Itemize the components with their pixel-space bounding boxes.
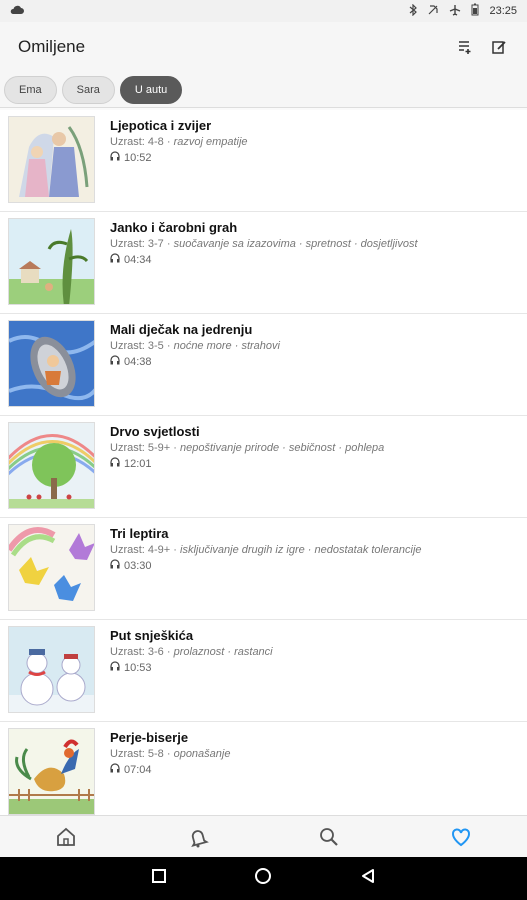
- story-duration: 04:34: [124, 253, 152, 266]
- story-thumbnail: [8, 422, 95, 509]
- story-duration: 07:04: [124, 763, 152, 776]
- story-title: Put snješkića: [110, 628, 194, 643]
- story-item[interactable]: Ljepotica i zvijer Uzrast: 4-8 · razvoj …: [0, 110, 527, 212]
- battery-icon: [471, 3, 479, 19]
- chip-sara[interactable]: Sara: [61, 75, 115, 104]
- back-icon[interactable]: [360, 868, 376, 889]
- favorites-heart-icon[interactable]: [395, 816, 527, 857]
- cloud-icon: [10, 5, 24, 18]
- story-list: Ljepotica i zvijer Uzrast: 4-8 · razvoj …: [0, 110, 527, 815]
- story-item[interactable]: Mali dječak na jedrenju Uzrast: 3-5 · no…: [0, 314, 527, 416]
- story-thumbnail: [8, 524, 95, 611]
- story-thumbnail: [8, 626, 95, 713]
- story-thumbnail: [8, 728, 95, 815]
- bell-icon[interactable]: [132, 816, 264, 857]
- story-thumbnail: [8, 320, 95, 407]
- story-topics: prolaznost · rastanci: [173, 646, 273, 658]
- story-age: Uzrast: 3-5: [110, 340, 164, 352]
- airplane-icon: [449, 4, 461, 19]
- dnd-icon: [427, 4, 439, 19]
- headphones-icon: [110, 559, 120, 572]
- profile-chips: Ema Sara U autu: [0, 72, 527, 108]
- home-icon[interactable]: [0, 816, 132, 857]
- story-item[interactable]: Put snješkića Uzrast: 3-6 · prolaznost ·…: [0, 620, 527, 722]
- story-age: Uzrast: 5-9+: [110, 442, 171, 454]
- playlist-add-icon[interactable]: [455, 37, 475, 57]
- story-thumbnail: [8, 218, 95, 305]
- story-age: Uzrast: 3-7: [110, 238, 164, 250]
- headphones-icon: [110, 253, 120, 266]
- story-item[interactable]: Perje-biserje Uzrast: 5-8 · oponašanje 0…: [0, 722, 527, 815]
- story-age: Uzrast: 3-6: [110, 646, 164, 658]
- app-bar: Omiljene: [0, 22, 527, 72]
- edit-icon[interactable]: [489, 37, 509, 57]
- search-icon[interactable]: [264, 816, 396, 857]
- bluetooth-icon: [409, 3, 418, 19]
- headphones-icon: [110, 151, 120, 164]
- clock: 23:25: [489, 5, 517, 17]
- story-duration: 10:53: [124, 661, 152, 674]
- story-item[interactable]: Drvo svjetlosti Uzrast: 5-9+ · nepoštiva…: [0, 416, 527, 518]
- chip-u-autu[interactable]: U autu: [119, 75, 183, 104]
- story-age: Uzrast: 4-9+: [110, 544, 171, 556]
- story-duration: 04:38: [124, 355, 152, 368]
- story-item[interactable]: Janko i čarobni grah Uzrast: 3-7 · suoča…: [0, 212, 527, 314]
- story-age: Uzrast: 5-8: [110, 748, 164, 760]
- page-title: Omiljene: [18, 37, 86, 56]
- status-bar: 23:25: [0, 0, 527, 22]
- story-title: Janko i čarobni grah: [110, 220, 238, 235]
- bottom-nav: [0, 815, 527, 857]
- story-title: Drvo svjetlosti: [110, 424, 200, 439]
- story-topics: noćne more · strahovi: [173, 340, 280, 352]
- system-nav-bar: [0, 857, 527, 900]
- story-title: Tri leptira: [110, 526, 169, 541]
- story-topics: oponašanje: [173, 748, 231, 760]
- story-duration: 10:52: [124, 151, 152, 164]
- story-item[interactable]: Tri leptira Uzrast: 4-9+ · isključivanje…: [0, 518, 527, 620]
- story-topics: suočavanje sa izazovima · spretnost · do…: [173, 238, 418, 250]
- story-topics: nepoštivanje prirode · sebičnost · pohle…: [180, 442, 385, 454]
- story-title: Perje-biserje: [110, 730, 189, 745]
- headphones-icon: [110, 763, 120, 776]
- home-circle-icon[interactable]: [254, 867, 272, 890]
- recents-icon[interactable]: [151, 869, 166, 888]
- story-duration: 03:30: [124, 559, 152, 572]
- story-title: Mali dječak na jedrenju: [110, 322, 253, 337]
- story-topics: isključivanje drugih iz igre · nedostata…: [180, 544, 422, 556]
- headphones-icon: [110, 661, 120, 674]
- headphones-icon: [110, 457, 120, 470]
- headphones-icon: [110, 355, 120, 368]
- story-age: Uzrast: 4-8: [110, 136, 164, 148]
- story-title: Ljepotica i zvijer: [110, 118, 212, 133]
- story-topics: razvoj empatije: [173, 136, 248, 148]
- story-duration: 12:01: [124, 457, 152, 470]
- story-thumbnail: [8, 116, 95, 203]
- chip-ema[interactable]: Ema: [4, 75, 57, 104]
